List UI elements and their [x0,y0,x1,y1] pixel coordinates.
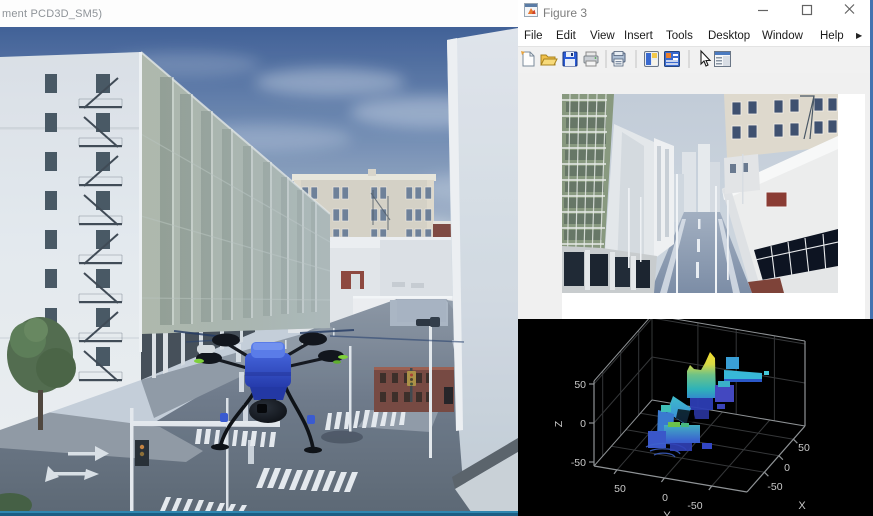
svg-text:50: 50 [614,483,626,495]
svg-text:-50: -50 [687,500,702,512]
svg-text:Y: Y [663,510,671,516]
svg-text:50: 50 [574,379,586,391]
svg-text:-50: -50 [767,481,782,493]
svg-text:X: X [798,500,806,512]
svg-text:0: 0 [580,418,586,430]
svg-text:Z: Z [553,420,565,427]
svg-text:50: 50 [798,442,810,454]
svg-text:0: 0 [662,492,668,504]
svg-text:-50: -50 [571,457,586,469]
svg-text:0: 0 [784,462,790,474]
